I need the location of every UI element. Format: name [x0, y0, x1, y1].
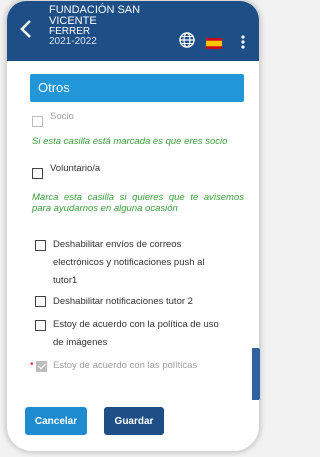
- section-header-otros: Otros: [30, 74, 244, 102]
- socio-hint: Si esta casilla está marcada es que eres…: [32, 136, 228, 147]
- voluntario-checkbox[interactable]: [32, 168, 43, 179]
- app-title: FUNDACIÓN SAN VICENTE FERRER 2021-2022: [49, 5, 179, 55]
- disable-tutor2-checkbox[interactable]: [35, 296, 46, 307]
- policies-label: Estoy de acuerdo con las políticas: [53, 360, 198, 371]
- voluntario-label: Voluntario/a: [50, 163, 101, 174]
- title-line-3: 2021-2022: [49, 36, 97, 47]
- disable-tutor1-label-line3: tutor1: [53, 275, 78, 286]
- title-line-4: [49, 47, 179, 55]
- disable-tutor1-checkbox[interactable]: [35, 240, 46, 251]
- app-bar: FUNDACIÓN SAN VICENTE FERRER 2021-2022: [7, 1, 259, 61]
- back-arrow-icon[interactable]: [15, 17, 39, 41]
- disable-tutor2-label: Deshabilitar notificaciones tutor 2: [53, 296, 193, 307]
- images-policy-label-line2: de imágenes: [53, 337, 108, 348]
- phone-screen: FUNDACIÓN SAN VICENTE FERRER 2021-2022: [6, 0, 260, 452]
- kebab-menu-icon[interactable]: [241, 35, 245, 49]
- disable-tutor1-label-line2: electrónicos y notificaciones push al: [53, 257, 205, 268]
- globe-icon[interactable]: [179, 32, 195, 48]
- background-sidebar-edge: [252, 348, 260, 400]
- disable-tutor1-label-line1: Deshabilitar envíos de correos: [53, 239, 182, 250]
- required-marker: •: [30, 359, 34, 370]
- policies-checkbox[interactable]: [36, 361, 47, 372]
- title-line-1: FUNDACIÓN SAN VICENTE: [49, 4, 141, 27]
- socio-label: Socio: [50, 111, 74, 122]
- images-policy-checkbox[interactable]: [35, 320, 46, 331]
- voluntario-hint: Marca esta casilla si quieres que te avi…: [32, 192, 244, 214]
- save-button[interactable]: Guardar: [104, 407, 164, 435]
- socio-checkbox[interactable]: [32, 116, 43, 127]
- spanish-flag-icon[interactable]: [206, 36, 222, 49]
- cancel-button[interactable]: Cancelar: [25, 407, 87, 435]
- images-policy-label-line1: Estoy de acuerdo con la política de uso: [53, 319, 219, 330]
